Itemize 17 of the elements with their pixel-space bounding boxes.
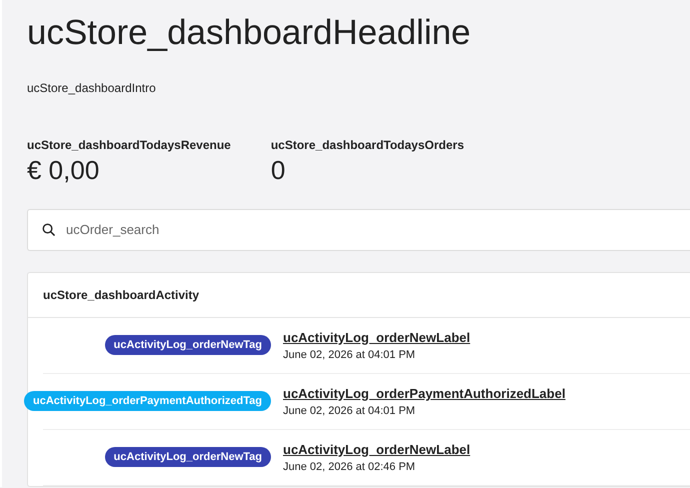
stat-value: € 0,00 [27,156,100,185]
search-field[interactable]: ucOrder_search [27,208,690,251]
activity-time: June 02, 2026 at 04:01 PM [283,404,416,417]
stat-label: ucStore_dashboardTodaysOrders [270,138,464,152]
activity-link[interactable]: ucActivityLog_orderNewLabel [283,330,470,345]
status-tag: ucActivityLog_orderPaymentAuthorizedTag [24,391,271,412]
page-headline: ucStore_dashboardHeadline [27,12,472,54]
status-tag: ucActivityLog_orderNewTag [104,335,271,356]
intro-text: ucStore_dashboardIntro [27,81,157,95]
activity-link[interactable]: ucActivityLog_orderPaymentAuthorizedLabel [283,386,566,401]
card-title: ucStore_dashboardActivity [43,288,200,302]
activity-time: June 02, 2026 at 02:46 PM [283,460,416,473]
status-tag: ucActivityLog_orderNewTag [104,447,271,468]
stat-value: 0 [270,156,286,185]
stat-label: ucStore_dashboardTodaysRevenue [27,138,231,152]
activity-time: June 02, 2026 at 04:01 PM [283,348,416,361]
activity-link[interactable]: ucActivityLog_orderNewLabel [283,442,470,457]
